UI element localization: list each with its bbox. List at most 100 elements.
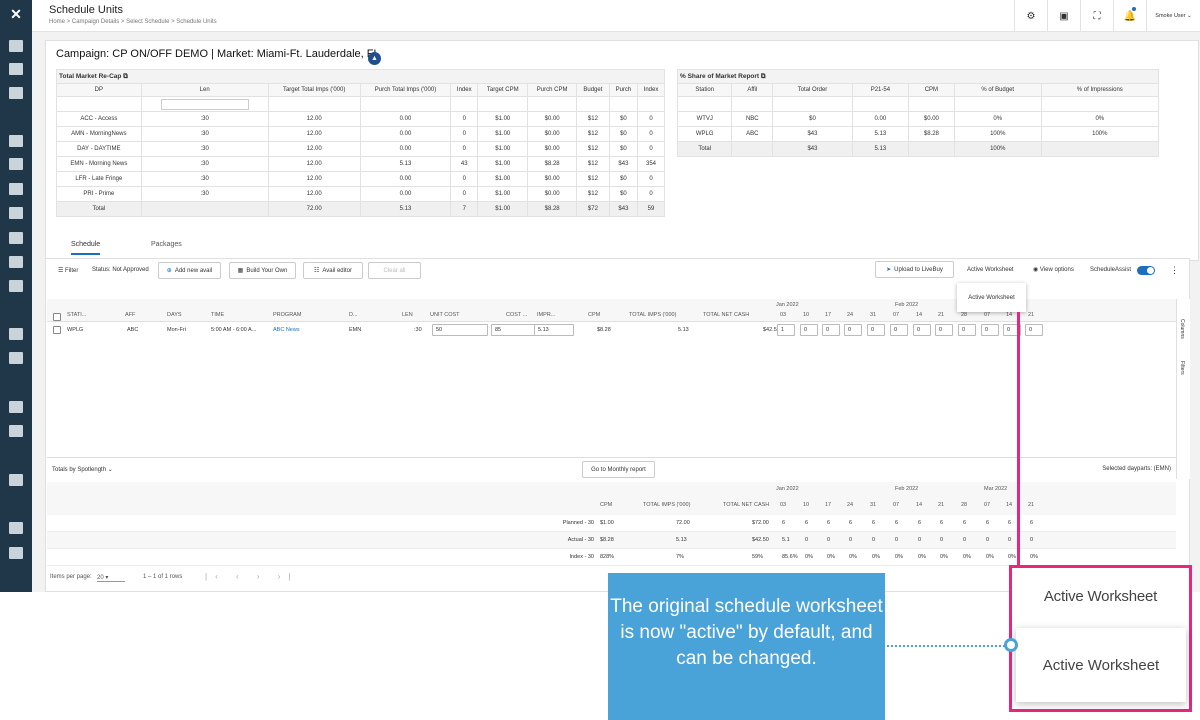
row-week-input[interactable]: 0	[867, 324, 885, 336]
row-week-input[interactable]: 0	[913, 324, 931, 336]
panel-icon[interactable]	[9, 547, 23, 559]
tab-packages[interactable]: Packages	[151, 241, 182, 248]
analytics-icon[interactable]	[9, 63, 23, 75]
table-row[interactable]: WPLG ABC Mon-Fri 5:00 AM - 6:00 A... ABC New…	[47, 322, 1176, 339]
grid-col-header[interactable]: PROGRAM	[273, 312, 301, 318]
grid-col-header[interactable]: LEN	[402, 312, 413, 318]
monthly-report-button[interactable]: Go to Monthly report	[582, 461, 655, 478]
grid-col-header[interactable]: CPM	[588, 312, 600, 318]
clipboard-icon[interactable]	[9, 135, 23, 147]
grid-col-header[interactable]: AFF	[125, 312, 135, 318]
list-icon[interactable]	[9, 87, 23, 99]
table-cell: 0	[450, 171, 479, 187]
collapse-chevron-icon[interactable]: ▲	[368, 52, 381, 65]
download-icon[interactable]	[9, 256, 23, 268]
row-week-input[interactable]: 1	[777, 324, 795, 336]
table-cell: $1.00	[477, 141, 529, 157]
chart-icon[interactable]	[9, 158, 23, 170]
row-week-input[interactable]: 0	[844, 324, 862, 336]
schedule-assist-toggle[interactable]	[1137, 266, 1155, 275]
avail-editor-button[interactable]: ☷ Avail editor	[303, 262, 363, 279]
breadcrumb-campaign-details[interactable]: Campaign Details	[72, 19, 119, 25]
active-worksheet-dropdown[interactable]: Active Worksheet	[957, 283, 1026, 312]
table-cell	[140, 201, 269, 217]
row-week-input[interactable]: 0	[822, 324, 840, 336]
document-icon[interactable]	[9, 183, 23, 195]
clear-all-button[interactable]: Clear all	[368, 262, 421, 279]
grid-col-header[interactable]: TIME	[211, 312, 224, 318]
row-week-input[interactable]: 0	[935, 324, 953, 336]
len-filter-input[interactable]	[160, 98, 249, 110]
summary-imps: 72.00	[676, 520, 690, 526]
items-per-page-select[interactable]: 20 ▾	[97, 574, 125, 582]
open-external-icon[interactable]: ⧉	[761, 73, 766, 80]
row-week-input[interactable]: 0	[1025, 324, 1043, 336]
totals-by-spotlength[interactable]: Totals by Spotlength ⌄	[52, 466, 113, 473]
row-unit_cost-input[interactable]: 50	[432, 324, 488, 336]
add-new-avail-button[interactable]: ⊕ Add new avail	[158, 262, 221, 279]
breadcrumb-home[interactable]: Home	[49, 19, 65, 25]
columns-panel-tab[interactable]: Columns	[1179, 319, 1185, 339]
table-cell: NBC	[731, 111, 774, 127]
summary-week-header: 10	[803, 502, 810, 508]
pager-nav-icons[interactable]: |‹ ‹ › ›|	[205, 572, 298, 581]
row-checkbox[interactable]	[53, 326, 61, 334]
wallet-icon[interactable]: ▣	[1047, 0, 1080, 32]
money-icon[interactable]	[9, 474, 23, 486]
row-week-input[interactable]: 0	[890, 324, 908, 336]
grid-col-header[interactable]: TOTAL NET CASH	[703, 312, 749, 318]
breadcrumb-select-schedule[interactable]: Select Schedule	[126, 19, 169, 25]
grid-col-header[interactable]: STATI...	[67, 312, 86, 318]
fullscreen-icon[interactable]: ⛶	[1080, 0, 1113, 32]
filter-button[interactable]: ☰ Filter	[58, 267, 78, 274]
summary-week-value: 6	[1008, 520, 1012, 526]
row-week-input[interactable]: 0	[800, 324, 818, 336]
table-cell: 0	[450, 111, 479, 127]
table-cell: 43	[450, 156, 479, 172]
select-all-checkbox[interactable]	[53, 313, 61, 321]
grid-col-header[interactable]: UNIT COST	[430, 312, 460, 318]
grid-col-header[interactable]: TOTAL IMPS ('000)	[629, 312, 676, 318]
user-menu[interactable]: Smoke User ⌄	[1146, 0, 1200, 32]
open-external-icon[interactable]: ⧉	[123, 73, 128, 80]
app-logo-icon[interactable]: ✕	[6, 6, 26, 22]
stats-icon[interactable]	[9, 328, 23, 340]
tab-schedule[interactable]: Schedule	[71, 241, 101, 255]
summary-week-value: 0%	[963, 554, 971, 560]
row-week-input[interactable]: 0	[981, 324, 999, 336]
page-title: Schedule Units	[49, 4, 123, 16]
report-icon[interactable]	[9, 280, 23, 292]
build-your-own-button[interactable]: ▦ Build Your Own	[229, 262, 296, 279]
table-cell: 0	[450, 126, 479, 142]
share-col-header: P21-54	[851, 83, 909, 97]
basket-icon[interactable]	[9, 401, 23, 413]
row-program[interactable]: ABC News	[273, 327, 300, 333]
upload-livebuy-button[interactable]: ➤ Upload to LiveBuy	[875, 261, 954, 278]
chat-icon[interactable]	[9, 207, 23, 219]
active-worksheet-menu[interactable]: Active Worksheet	[967, 267, 1014, 273]
summary-week-value: 0%	[940, 554, 948, 560]
summary-week-value: 0	[918, 537, 922, 543]
dashboard-icon[interactable]	[9, 40, 23, 52]
cloud-upload-icon[interactable]	[9, 522, 23, 534]
grid-col-header[interactable]: DAYS	[167, 312, 182, 318]
share-col-header: % of Impressions	[1040, 83, 1160, 97]
tools-icon[interactable]	[9, 425, 23, 437]
summary-week-header: 28	[961, 502, 968, 508]
summary-week-value: 0%	[895, 554, 903, 560]
grid-col-header[interactable]: COST ...	[506, 312, 527, 318]
grid-icon[interactable]	[9, 352, 23, 364]
row-impr-input[interactable]: 5.13	[534, 324, 574, 336]
row-week-input[interactable]: 0	[958, 324, 976, 336]
summary-week-value: 6	[827, 520, 831, 526]
grid-col-header[interactable]: D...	[349, 312, 358, 318]
notification-bell-icon[interactable]: 🔔	[1113, 0, 1146, 32]
filters-panel-tab[interactable]: Filters	[1179, 361, 1185, 375]
connector-line	[1017, 312, 1020, 565]
view-options-button[interactable]: ◉ View options	[1033, 266, 1074, 273]
grid-col-header[interactable]: IMPR...	[537, 312, 555, 318]
settings-gear-icon[interactable]: ⚙	[1014, 0, 1047, 32]
table-icon[interactable]	[9, 232, 23, 244]
more-options-icon[interactable]: ⋮	[1170, 265, 1179, 276]
table-cell: $0	[772, 111, 853, 127]
